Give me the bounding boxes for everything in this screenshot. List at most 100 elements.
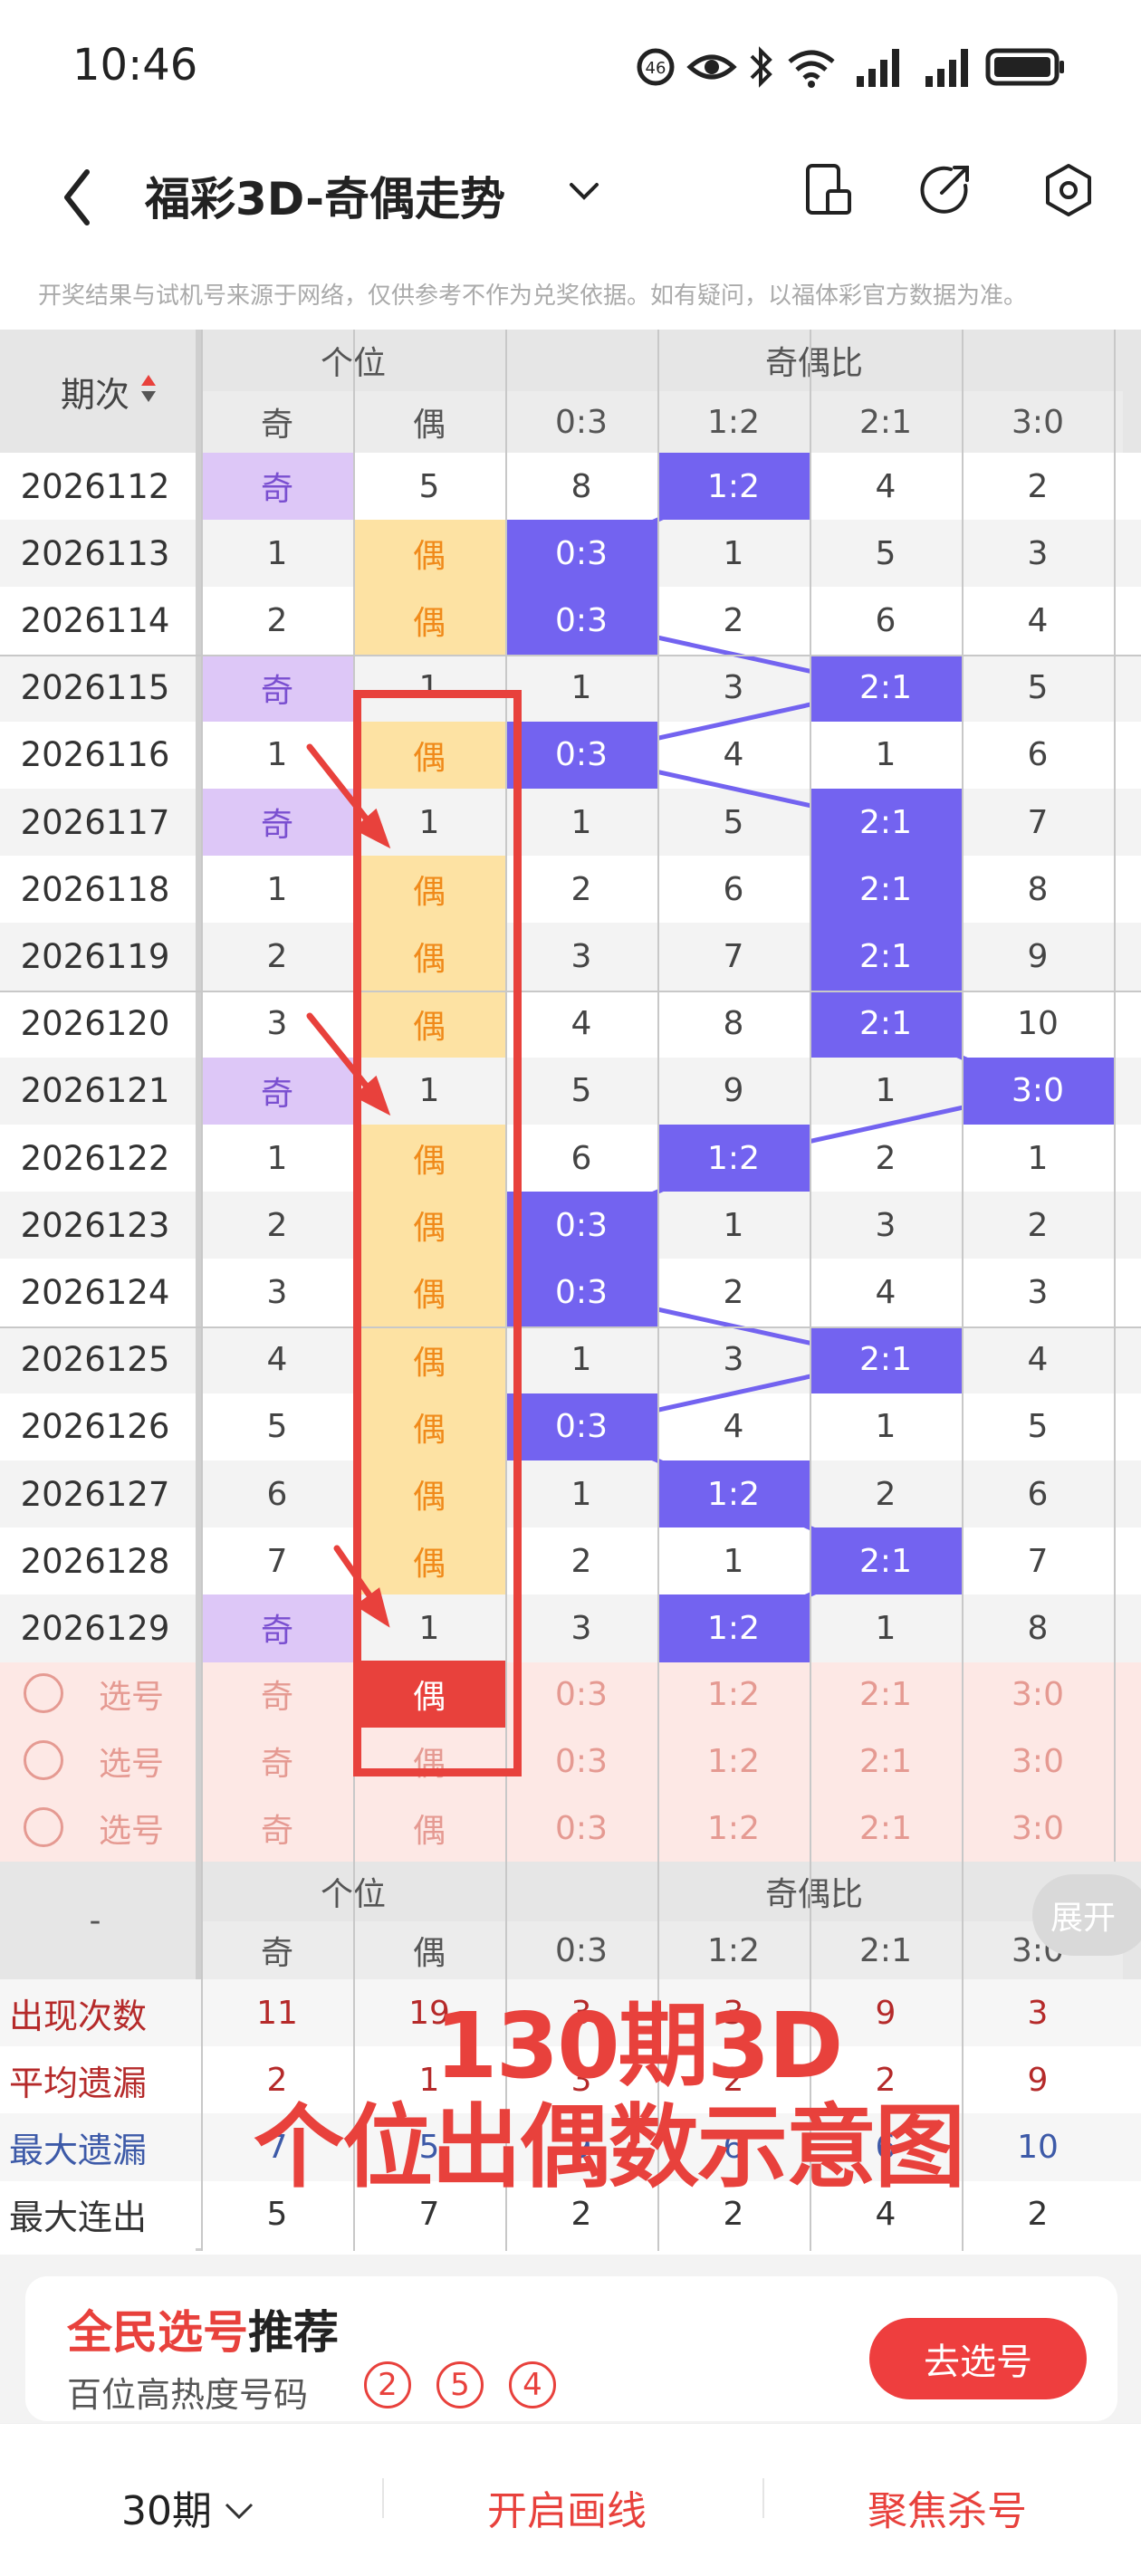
page-title[interactable]: 福彩3D-奇偶走势 [145,163,505,228]
period-cell: 2026115 [20,668,170,708]
ratio-cell: 1 [875,1609,896,1647]
divider [0,990,1141,992]
signal-icon [857,49,899,87]
position-cell: 奇 [201,453,353,521]
ratio-highlight: 0:3 [507,589,656,653]
stats-value: 11 [256,1994,298,2032]
ratio-cell: 7 [723,937,744,975]
column-header: 3:0 [1012,403,1064,441]
stats-column-header: 偶 [412,1935,446,1972]
overlay-subtitle: 个位出偶数示意图 [254,2094,965,2200]
select-circle-icon[interactable] [24,1740,63,1781]
ratio-cell: 3 [875,1206,896,1244]
focus-kill-button[interactable]: 聚焦杀号 [868,2478,1027,2536]
stats-group-ratio: 奇偶比 [764,1876,863,1913]
pick-option[interactable]: 奇 [201,1728,353,1795]
period-cell: 2026129 [20,1608,170,1648]
go-pick-button[interactable]: 去选号 [869,2318,1087,2399]
ratio-highlight: 1:2 [659,1462,808,1527]
ratio-cell: 1 [1027,1139,1049,1177]
ratio-cell: 3 [723,1341,744,1379]
chevron-down-icon[interactable] [566,172,602,208]
ratio-cell: 9 [723,1072,744,1110]
pick-option[interactable]: 1:2 [657,1728,810,1795]
pick-option[interactable]: 1:2 [657,1661,810,1728]
draw-line-button[interactable]: 开启画线 [487,2478,647,2536]
pick-label[interactable]: 选号 [72,1661,190,1728]
position-cell: 2 [266,1206,288,1244]
pick-option[interactable]: 2:1 [810,1661,962,1728]
pick-label[interactable]: 选号 [72,1728,190,1795]
ratio-cell: 5 [570,1072,592,1110]
pick-option[interactable]: 奇 [201,1795,353,1862]
period-header[interactable]: 期次 [0,330,190,453]
signal-icon-2 [925,49,968,87]
pick-option[interactable]: 3:0 [962,1795,1114,1862]
share-icon[interactable] [915,158,978,222]
ratio-cell: 1 [723,534,744,572]
period-cell: 2026116 [20,735,170,775]
stats-value: 2 [1027,2196,1049,2234]
ratio-cell: 4 [875,1273,896,1311]
select-circle-icon[interactable] [24,1673,63,1713]
position-cell: 2 [266,601,288,639]
divider [962,330,964,1862]
period-cell: 2026122 [20,1138,170,1178]
ratio-highlight: 3:0 [964,1058,1112,1123]
ratio-cell: 4 [723,736,744,774]
ratio-highlight: 2:1 [811,1327,960,1392]
ratio-cell: 2 [1027,467,1049,505]
pick-option[interactable]: 奇 [201,1661,353,1728]
position-cell: 5 [418,467,440,505]
bluetooth-icon [750,46,772,88]
position-cell: 3 [266,1273,288,1311]
position-cell: 3 [266,1005,288,1043]
divider [657,330,659,1862]
pick-option[interactable]: 2:1 [810,1728,962,1795]
stats-column-header: 1:2 [707,1931,760,1969]
ratio-highlight: 0:3 [507,1260,656,1325]
ratio-highlight: 2:1 [811,656,960,720]
period-cell: 2026120 [20,1004,170,1044]
pick-option[interactable]: 偶 [353,1795,505,1862]
pick-label[interactable]: 选号 [72,1795,190,1862]
pick-option[interactable]: 3:0 [962,1661,1114,1728]
phone-device-icon[interactable] [797,158,860,222]
position-cell: 奇 [201,789,353,857]
ratio-cell: 3 [1027,1273,1049,1311]
hot-number-ball: 4 [509,2361,556,2408]
pick-option[interactable]: 0:3 [505,1795,657,1862]
back-arrow-icon[interactable] [54,161,100,234]
expand-button[interactable]: 展开 [1032,1874,1141,1956]
ratio-cell: 2 [875,1475,896,1513]
ratio-cell: 2 [570,870,592,908]
battery-icon [985,48,1064,86]
ratio-cell: 1 [875,1072,896,1110]
ratio-cell: 2 [723,1273,744,1311]
pick-option[interactable]: 3:0 [962,1728,1114,1795]
ratio-cell: 5 [1027,669,1049,707]
sort-icon-wrap[interactable] [136,371,158,411]
recommend-subtitle: 百位高热度号码 [67,2375,309,2415]
recommend-title: 全民选号推荐 [67,2296,339,2361]
ratio-cell: 4 [570,1005,592,1043]
pick-option[interactable]: 2:1 [810,1795,962,1862]
settings-hexagon-icon[interactable] [1037,158,1100,222]
pick-option[interactable]: 1:2 [657,1795,810,1862]
position-cell: 1 [266,870,288,908]
period-cell: 2026118 [20,869,170,909]
ratio-highlight: 2:1 [811,1529,960,1594]
pick-option[interactable]: 0:3 [505,1661,657,1728]
ratio-cell: 2 [1027,1206,1049,1244]
sort-icon[interactable] [139,371,158,407]
pick-option[interactable]: 0:3 [505,1728,657,1795]
ratio-cell: 9 [1027,937,1049,975]
recommend-title-black: 推荐 [248,2306,339,2359]
period-cell: 2026128 [20,1541,170,1581]
position-cell: 偶 [353,587,505,655]
stats-value: 9 [1027,2061,1049,2099]
period-selector[interactable]: 30期 [121,2478,257,2536]
ratio-highlight: 0:3 [507,522,656,586]
ratio-cell: 8 [570,467,592,505]
divider [762,2478,764,2518]
